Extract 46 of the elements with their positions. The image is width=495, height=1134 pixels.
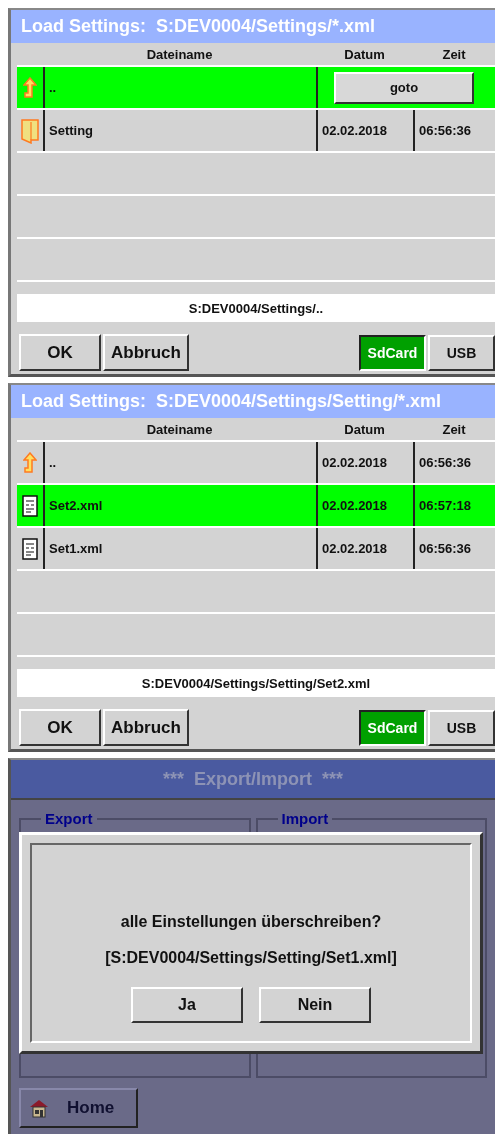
file-name: Setting (43, 110, 316, 151)
time-cell: 06:56:36 (413, 110, 495, 151)
file-row[interactable]: .. goto (17, 67, 495, 110)
file-row[interactable]: Setting 02.02.2018 06:56:36 (17, 110, 495, 153)
path-field: S:DEV0004/Settings/.. (17, 294, 495, 322)
time-cell: 06:56:36 (413, 528, 495, 569)
file-name: .. (43, 442, 316, 483)
cancel-button[interactable]: Abbruch (103, 709, 189, 746)
yes-button[interactable]: Ja (131, 987, 243, 1023)
dialog-title: Load Settings: S:DEV0004/Settings/Setting/*.xml (11, 385, 495, 418)
file-name: Set2.xml (43, 485, 316, 526)
column-header: Datum (343, 46, 386, 62)
column-header: Zeit (441, 421, 467, 437)
up-arrow-icon (23, 76, 37, 99)
date-cell: 02.02.2018 (316, 442, 413, 483)
file-name: Set1.xml (43, 528, 316, 569)
no-button[interactable]: Nein (259, 987, 371, 1023)
dialog-message: alle Einstellungen überschreiben? (120, 913, 382, 931)
screen-title: *** Export/Import *** (11, 760, 495, 800)
source-button[interactable]: USB (428, 709, 495, 746)
time-cell: 06:57:18 (413, 485, 495, 526)
house-icon (29, 1098, 49, 1118)
source-button[interactable]: USB (428, 334, 495, 371)
dialog-title: Load Settings: S:DEV0004/Settings/*.xml (11, 10, 495, 43)
column-header: Dateiname (145, 421, 214, 437)
document-icon (22, 537, 38, 560)
folder-icon (21, 117, 39, 144)
file-row[interactable]: Set1.xml 02.02.2018 06:56:36 (17, 528, 495, 571)
time-cell: 06:56:36 (413, 442, 495, 483)
file-name: .. (43, 67, 316, 108)
up-arrow-icon (23, 451, 37, 474)
column-header: Dateiname (145, 46, 214, 62)
document-icon (22, 494, 38, 517)
path-field: S:DEV0004/Settings/Setting/Set2.xml (17, 669, 495, 697)
ok-button[interactable]: OK (19, 709, 101, 746)
dialog-file-path: [S:DEV0004/Settings/Setting/Set1.xml] (105, 949, 397, 967)
cancel-button[interactable]: Abbruch (103, 334, 189, 371)
column-header: Zeit (441, 46, 467, 62)
date-cell: 02.02.2018 (316, 528, 413, 569)
goto-button[interactable]: goto (334, 71, 474, 104)
column-header: Datum (343, 421, 386, 437)
file-row[interactable]: Set2.xml 02.02.2018 06:57:18 (17, 485, 495, 528)
date-cell: 02.02.2018 (316, 110, 413, 151)
date-cell: 02.02.2018 (316, 485, 413, 526)
ok-button[interactable]: OK (19, 334, 101, 371)
home-button[interactable]: Home (19, 1088, 138, 1128)
